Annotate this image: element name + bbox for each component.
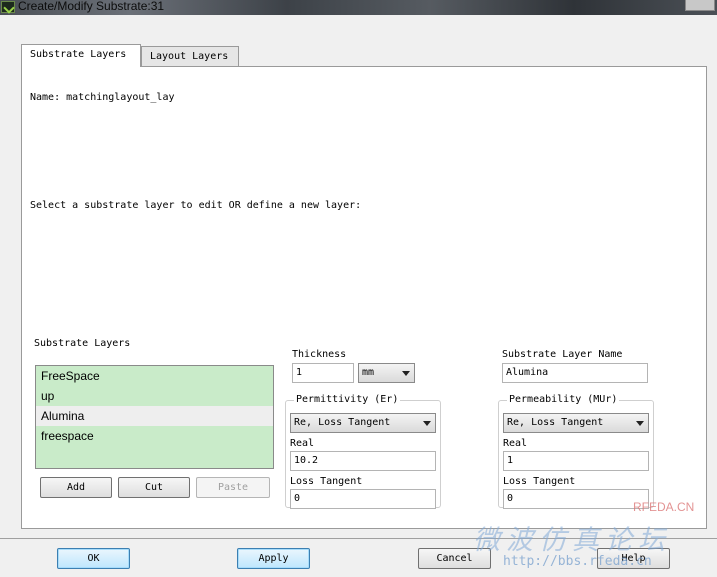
tab-label: Substrate Layers (30, 49, 127, 60)
window-close-button[interactable] (685, 0, 715, 11)
permeability-mode-select[interactable]: Re, Loss Tangent (503, 413, 649, 433)
dialog-body: Substrate Layers Layout Layers Name: mat… (0, 15, 717, 577)
permeability-loss-input[interactable]: 0 (503, 489, 649, 509)
chevron-down-icon (402, 371, 410, 376)
permittivity-loss-input[interactable]: 0 (290, 489, 436, 509)
window-title: Create/Modify Substrate:31 (18, 0, 165, 13)
ok-button[interactable]: OK (57, 548, 130, 569)
cut-button[interactable]: Cut (118, 477, 190, 498)
permittivity-real-label: Real (290, 438, 315, 449)
permittivity-loss-label: Loss Tangent (290, 476, 363, 487)
tab-label: Layout Layers (150, 51, 229, 62)
title-bar: Create/Modify Substrate:31 (0, 0, 717, 15)
list-item[interactable]: FreeSpace (36, 366, 273, 386)
layer-name-label: Substrate Layer Name (502, 349, 623, 360)
permeability-real-label: Real (503, 438, 528, 449)
thickness-label: Thickness (292, 349, 347, 360)
permittivity-legend: Permittivity (Er) (294, 394, 401, 406)
permeability-group: Permeability (MUr) Re, Loss Tangent Real… (498, 394, 654, 509)
app-icon (1, 1, 15, 13)
substrate-layers-label: Substrate Layers (34, 338, 131, 349)
permittivity-group: Permittivity (Er) Re, Loss Tangent Real … (285, 394, 441, 509)
instruction-text: Select a substrate layer to edit OR defi… (30, 200, 362, 211)
permittivity-real-input[interactable]: 10.2 (290, 451, 436, 471)
substrate-layers-panel: Name: matchinglayout_lay Select a substr… (21, 66, 707, 529)
thickness-input[interactable]: 1 (292, 363, 354, 383)
chevron-down-icon (423, 421, 431, 426)
footer-divider (0, 538, 717, 539)
permittivity-mode-value: Re, Loss Tangent (294, 417, 391, 428)
permeability-real-input[interactable]: 1 (503, 451, 649, 471)
add-button[interactable]: Add (40, 477, 112, 498)
permeability-loss-label: Loss Tangent (503, 476, 576, 487)
help-button[interactable]: Help (597, 548, 670, 569)
thickness-unit-select[interactable]: mm (358, 363, 415, 383)
permittivity-mode-select[interactable]: Re, Loss Tangent (290, 413, 436, 433)
paste-button[interactable]: Paste (196, 477, 270, 498)
permeability-mode-value: Re, Loss Tangent (507, 417, 604, 428)
list-item[interactable]: up (36, 386, 273, 406)
apply-button[interactable]: Apply (237, 548, 310, 569)
list-item-selected[interactable]: Alumina (36, 406, 273, 426)
tab-layout-layers[interactable]: Layout Layers (141, 46, 239, 67)
layer-name-input[interactable]: Alumina (502, 363, 648, 383)
permeability-legend: Permeability (MUr) (507, 394, 620, 406)
thickness-unit-value: mm (362, 367, 375, 378)
chevron-down-icon (636, 421, 644, 426)
cancel-button[interactable]: Cancel (418, 548, 491, 569)
substrate-layers-list[interactable]: FreeSpace up Alumina freespace (35, 365, 274, 469)
list-item[interactable]: freespace (36, 426, 273, 446)
layout-name-label: Name: matchinglayout_lay (30, 92, 175, 103)
tab-substrate-layers[interactable]: Substrate Layers (21, 44, 141, 67)
